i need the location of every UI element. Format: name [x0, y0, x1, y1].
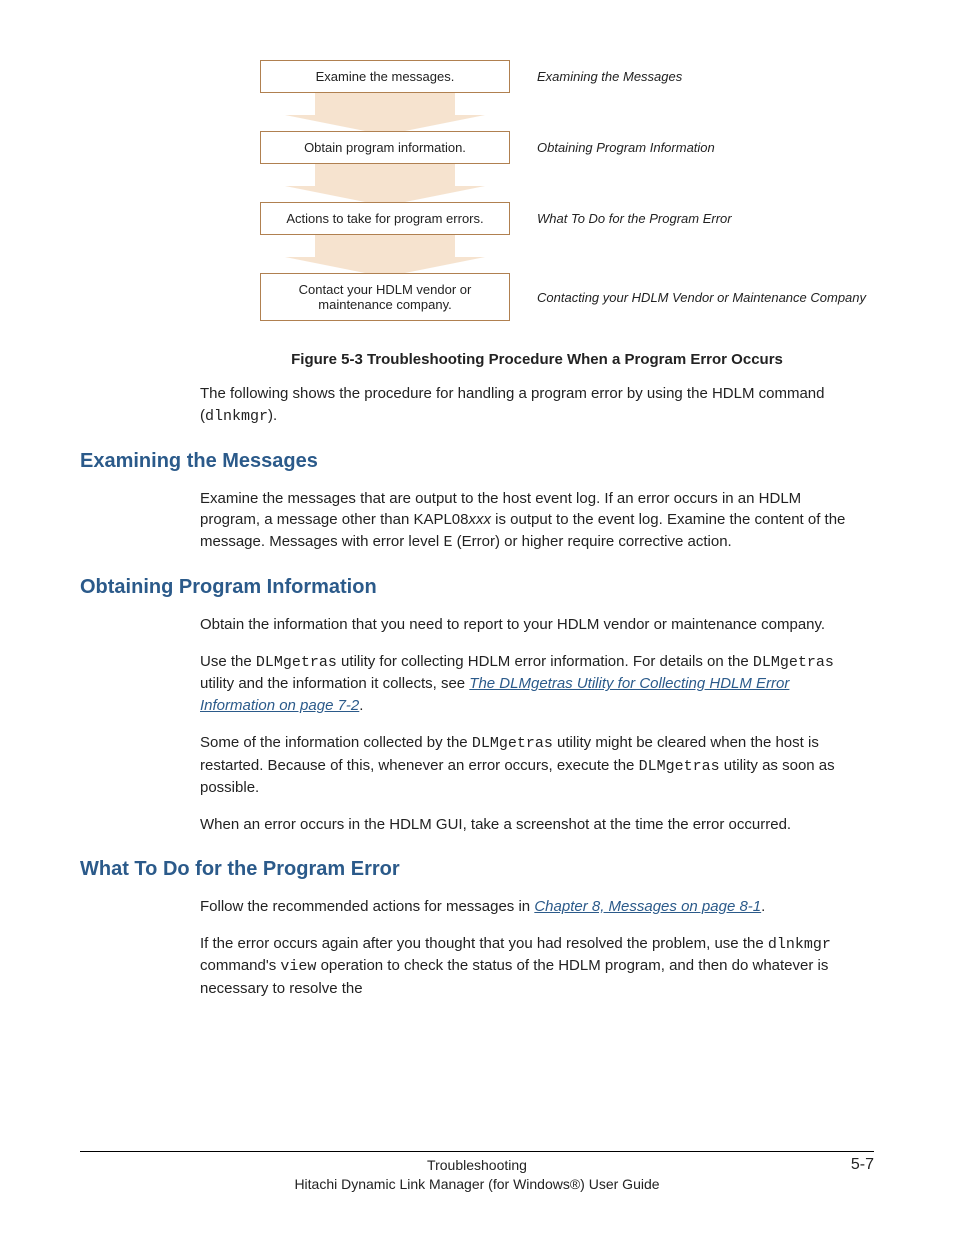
flow-label: What To Do for the Program Error: [537, 211, 732, 226]
figure-caption: Figure 5-3 Troubleshooting Procedure Whe…: [200, 351, 874, 368]
flow-arrow: [245, 235, 525, 273]
flow-step-3: Actions to take for program errors. What…: [245, 202, 874, 235]
paragraph: Follow the recommended actions for messa…: [200, 896, 864, 918]
heading-whattodo: What To Do for the Program Error: [80, 858, 874, 881]
paragraph: Obtain the information that you need to …: [200, 614, 864, 636]
flow-arrow: [245, 93, 525, 131]
page: Examine the messages. Examining the Mess…: [0, 0, 954, 1235]
text: Some of the information collected by the: [200, 734, 472, 751]
flow-step-2: Obtain program information. Obtaining Pr…: [245, 131, 874, 164]
footer-book-title: Hitachi Dynamic Link Manager (for Window…: [140, 1175, 814, 1195]
paragraph: Examine the messages that are output to …: [200, 488, 864, 554]
paragraph: When an error occurs in the HDLM GUI, ta…: [200, 814, 864, 836]
text: Follow the recommended actions for messa…: [200, 898, 534, 915]
text: If the error occurs again after you thou…: [200, 935, 768, 952]
arrow-down-icon: [285, 160, 485, 206]
flow-label: Examining the Messages: [537, 69, 682, 84]
text: utility and the information it collects,…: [200, 675, 469, 692]
paragraph: Some of the information collected by the…: [200, 732, 864, 799]
page-footer: Troubleshooting Hitachi Dynamic Link Man…: [80, 1151, 874, 1195]
text: The following shows the procedure for ha…: [200, 385, 824, 424]
text: (Error) or higher require corrective act…: [452, 533, 731, 550]
intro-paragraph: The following shows the procedure for ha…: [200, 383, 864, 428]
paragraph: Use the DLMgetras utility for collecting…: [200, 651, 864, 717]
text-italic: xxx: [469, 511, 492, 528]
text: .: [359, 697, 363, 714]
flow-arrow: [245, 164, 525, 202]
code-dlmgetras: DLMgetras: [753, 654, 834, 671]
flowchart: Examine the messages. Examining the Mess…: [245, 60, 874, 321]
code-view: view: [280, 958, 316, 975]
code-dlmgetras: DLMgetras: [639, 758, 720, 775]
flow-step-4: Contact your HDLM vendor or maintenance …: [245, 273, 874, 321]
code-dlnkmgr: dlnkmgr: [768, 936, 831, 953]
code-dlnkmgr: dlnkmgr: [205, 408, 268, 425]
heading-obtaining: Obtaining Program Information: [80, 576, 874, 599]
flow-step-1: Examine the messages. Examining the Mess…: [245, 60, 874, 93]
flow-box: Examine the messages.: [260, 60, 510, 93]
link-chapter8[interactable]: Chapter 8, Messages on page 8-1: [534, 898, 761, 915]
code-dlmgetras: DLMgetras: [472, 735, 553, 752]
heading-examining: Examining the Messages: [80, 450, 874, 473]
arrow-down-icon: [285, 231, 485, 277]
text: .: [761, 898, 765, 915]
footer-section: Troubleshooting: [140, 1156, 814, 1176]
flow-box: Obtain program information.: [260, 131, 510, 164]
flow-label: Contacting your HDLM Vendor or Maintenan…: [537, 290, 866, 305]
flow-box: Actions to take for program errors.: [260, 202, 510, 235]
page-number: 5-7: [814, 1156, 874, 1174]
code-dlmgetras: DLMgetras: [256, 654, 337, 671]
text: utility for collecting HDLM error inform…: [337, 653, 753, 670]
flow-label: Obtaining Program Information: [537, 140, 715, 155]
text: command's: [200, 957, 280, 974]
flow-box: Contact your HDLM vendor or maintenance …: [260, 273, 510, 321]
text: Use the: [200, 653, 256, 670]
text: ).: [268, 407, 277, 424]
paragraph: If the error occurs again after you thou…: [200, 933, 864, 1000]
arrow-down-icon: [285, 89, 485, 135]
